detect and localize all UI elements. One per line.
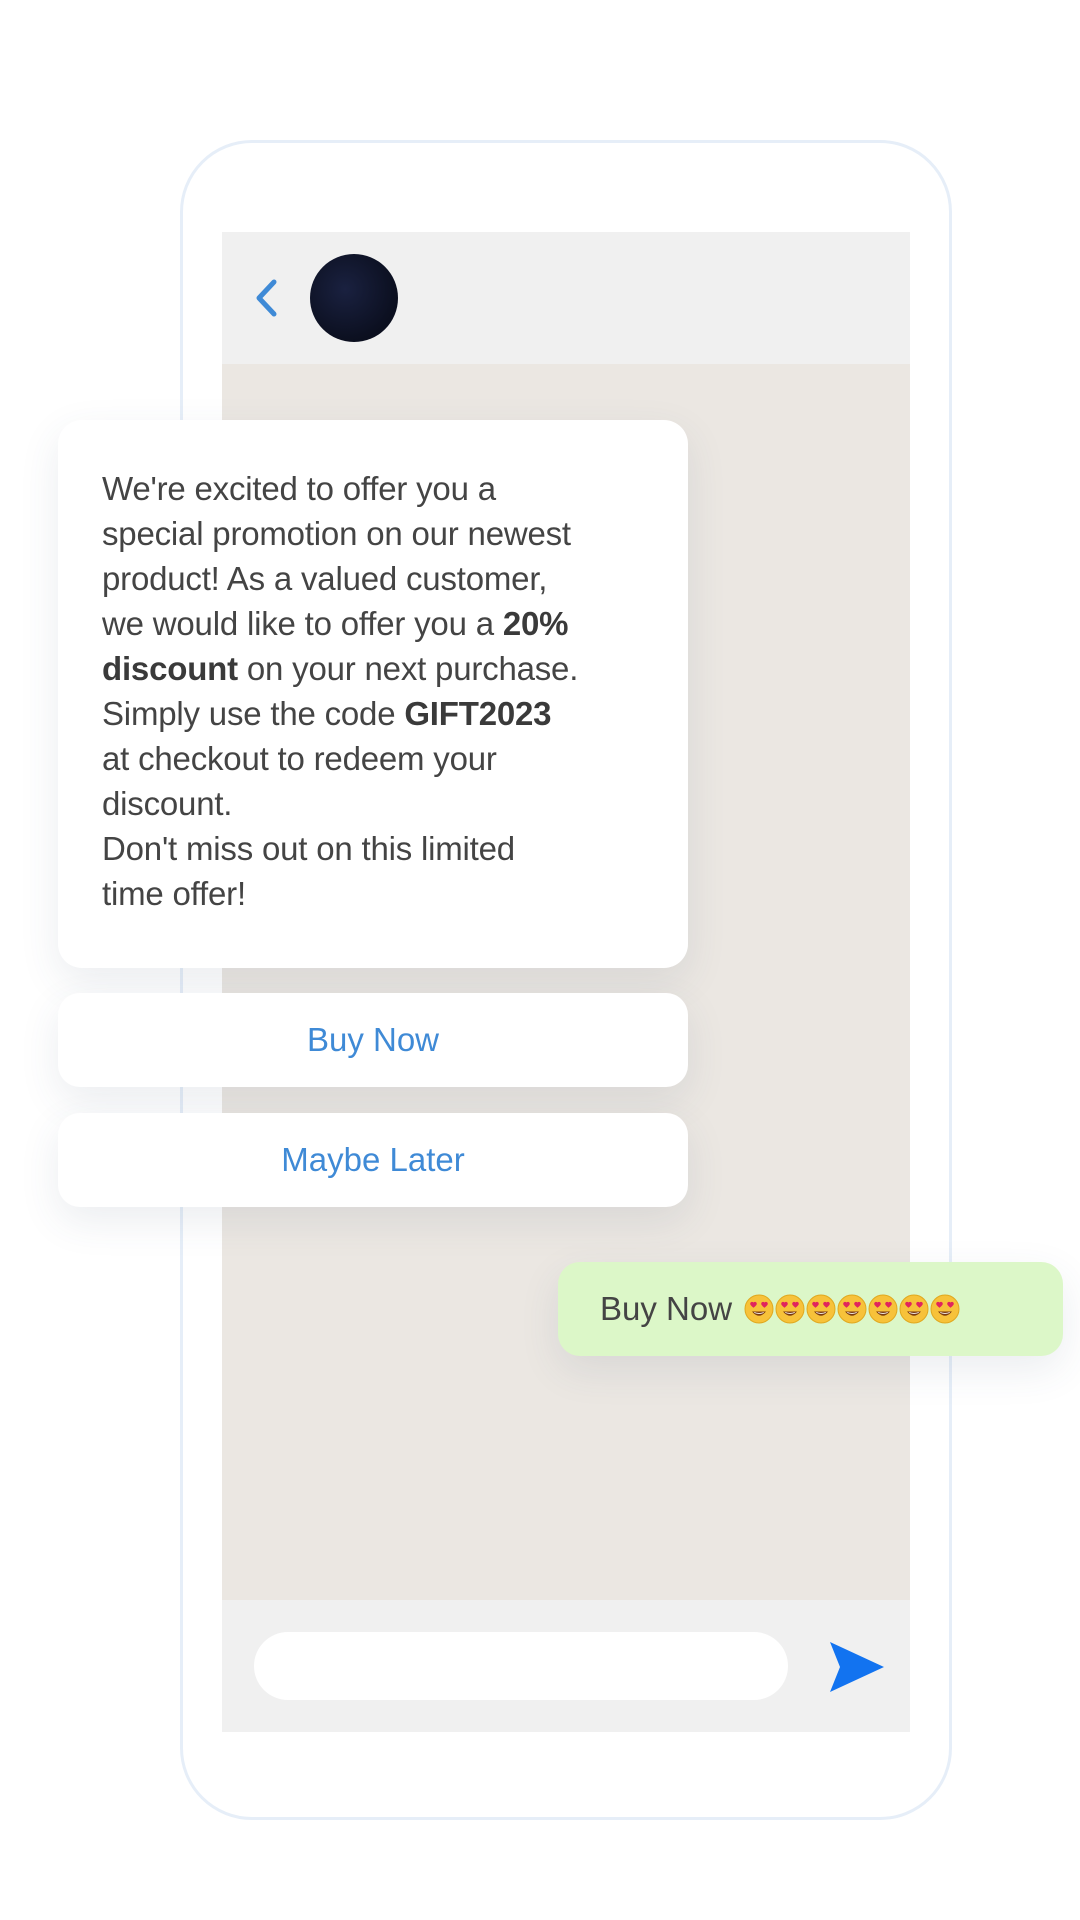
heart-eyes-emoji <box>868 1294 898 1324</box>
message-text: We're excited to offer you a special pro… <box>102 466 648 916</box>
discount-amount: 20% <box>502 605 569 642</box>
avatar[interactable] <box>310 254 398 342</box>
message-line: Simply use the code <box>102 695 405 732</box>
message-line: at checkout to redeem your <box>102 740 497 777</box>
heart-eyes-emoji <box>806 1294 836 1324</box>
send-button[interactable] <box>826 1636 888 1698</box>
message-line: time offer! <box>102 875 246 912</box>
emoji-row <box>744 1294 961 1324</box>
promo-code: GIFT2023 <box>404 695 552 732</box>
heart-eyes-emoji <box>775 1294 805 1324</box>
buy-now-label: Buy Now <box>306 1021 440 1058</box>
chevron-left-icon <box>256 279 277 317</box>
stage: We're excited to offer you a special pro… <box>0 0 1080 1920</box>
message-input[interactable] <box>254 1632 788 1700</box>
message-line: we would like to offer you a <box>102 605 503 642</box>
heart-eyes-emoji <box>837 1294 867 1324</box>
heart-eyes-emoji <box>930 1294 960 1324</box>
message-line: Don't miss out on this limited <box>102 830 515 867</box>
back-button[interactable] <box>246 272 286 324</box>
chat-header <box>222 232 910 364</box>
message-line: We're excited to offer you a <box>102 470 496 507</box>
maybe-later-label: Maybe Later <box>281 1141 465 1178</box>
heart-eyes-emoji <box>744 1294 774 1324</box>
reply-text: Buy Now <box>600 1290 733 1327</box>
buy-now-button[interactable]: Buy Now <box>58 993 688 1087</box>
send-icon <box>830 1642 884 1692</box>
chat-footer <box>222 1600 910 1732</box>
maybe-later-button[interactable]: Maybe Later <box>58 1113 688 1207</box>
message-line: on your next purchase. <box>237 650 579 687</box>
incoming-message-card: We're excited to offer you a special pro… <box>58 420 688 968</box>
discount-word: discount <box>102 650 238 687</box>
outgoing-reply-bubble: Buy Now <box>558 1262 1063 1356</box>
message-line: discount. <box>102 785 233 822</box>
heart-eyes-emoji <box>899 1294 929 1324</box>
message-line: product! As a valued customer, <box>102 560 548 597</box>
message-line: special promotion on our newest <box>102 515 571 552</box>
